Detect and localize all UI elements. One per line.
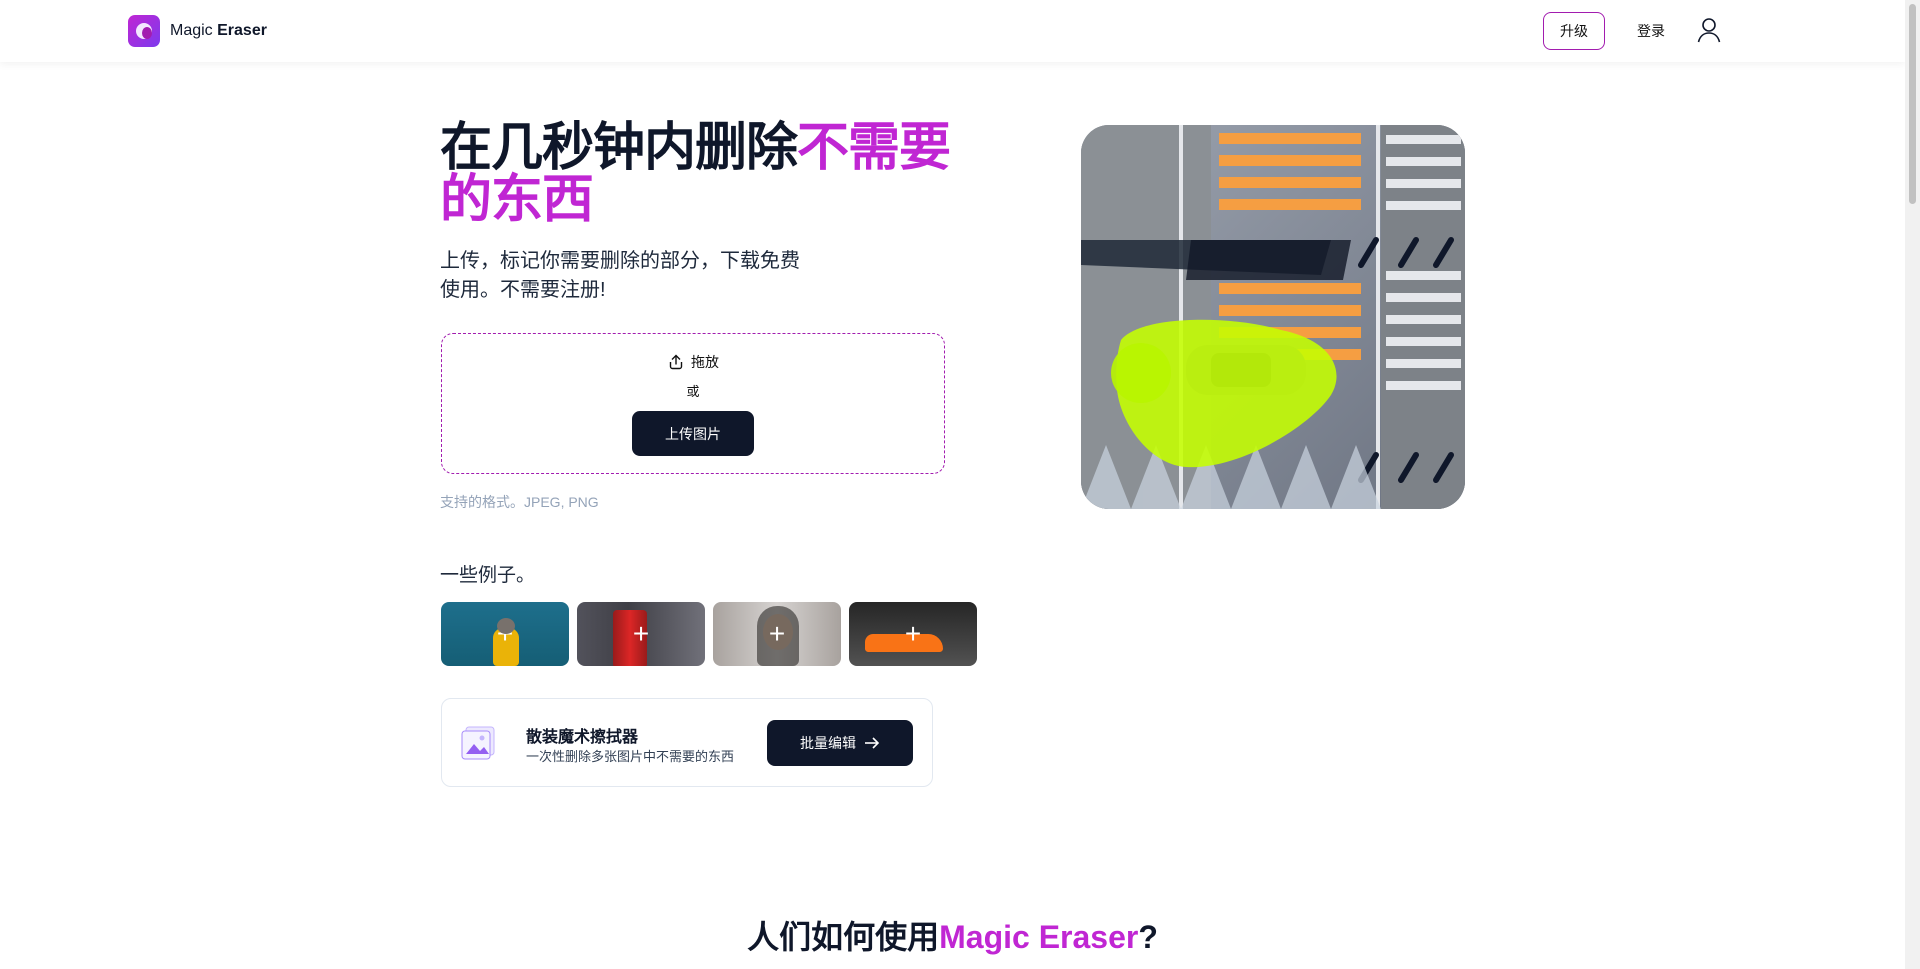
hero-demo-image xyxy=(1081,125,1465,509)
example-thumbnails: + + + + xyxy=(441,602,977,666)
hero-subtitle: 上传，标记你需要删除的部分，下载免费使用。不需要注册! xyxy=(440,250,800,301)
scrollbar-thumb[interactable] xyxy=(1909,4,1916,204)
drag-drop-row: 拖放 xyxy=(442,352,944,372)
examples-label: 一些例子。 xyxy=(440,565,536,586)
hero-title: 在几秒钟内删除不需要的东西 xyxy=(440,119,951,229)
batch-edit-button[interactable]: 批量编辑 xyxy=(767,720,913,766)
plus-icon: + xyxy=(768,618,786,649)
example-thumb-woman[interactable]: + xyxy=(713,602,841,666)
example-thumb-car[interactable]: + xyxy=(849,602,977,666)
upgrade-button[interactable]: 升级 xyxy=(1543,12,1605,50)
section-title: 人们如何使用Magic Eraser? xyxy=(747,919,1158,955)
batch-edit-label: 批量编辑 xyxy=(800,735,856,751)
section-title-accent: Magic Eraser xyxy=(939,919,1139,955)
plus-icon: + xyxy=(632,618,650,649)
user-icon[interactable] xyxy=(1697,17,1721,43)
login-link[interactable]: 登录 xyxy=(1637,21,1665,41)
plus-icon: + xyxy=(496,618,514,649)
supported-formats: 支持的格式。JPEG, PNG xyxy=(440,494,599,510)
or-label: 或 xyxy=(686,384,700,399)
batch-description: 一次性删除多张图片中不需要的东西 xyxy=(526,749,735,764)
top-nav: Magic Eraser 升级 登录 xyxy=(0,0,1905,62)
street-aerial-illustration xyxy=(1081,125,1465,509)
upload-image-button[interactable]: 上传图片 xyxy=(632,411,754,456)
logo-text: Magic Eraser xyxy=(170,22,267,39)
example-thumb-cat[interactable]: + xyxy=(441,602,569,666)
arrow-right-icon xyxy=(865,737,880,749)
logo-icon xyxy=(128,15,160,47)
page-scrollbar[interactable] xyxy=(1905,0,1920,969)
images-stack-icon xyxy=(461,726,495,760)
drag-drop-label: 拖放 xyxy=(691,354,719,370)
plus-icon: + xyxy=(904,618,922,649)
batch-title: 散装魔术擦拭器 xyxy=(526,729,639,746)
upload-icon xyxy=(669,354,683,370)
example-thumb-cola[interactable]: + xyxy=(577,602,705,666)
batch-eraser-card: 散装魔术擦拭器 一次性删除多张图片中不需要的东西 批量编辑 xyxy=(441,698,933,787)
upload-dropzone[interactable]: 拖放 或 上传图片 xyxy=(441,333,945,474)
logo[interactable]: Magic Eraser xyxy=(128,15,267,47)
